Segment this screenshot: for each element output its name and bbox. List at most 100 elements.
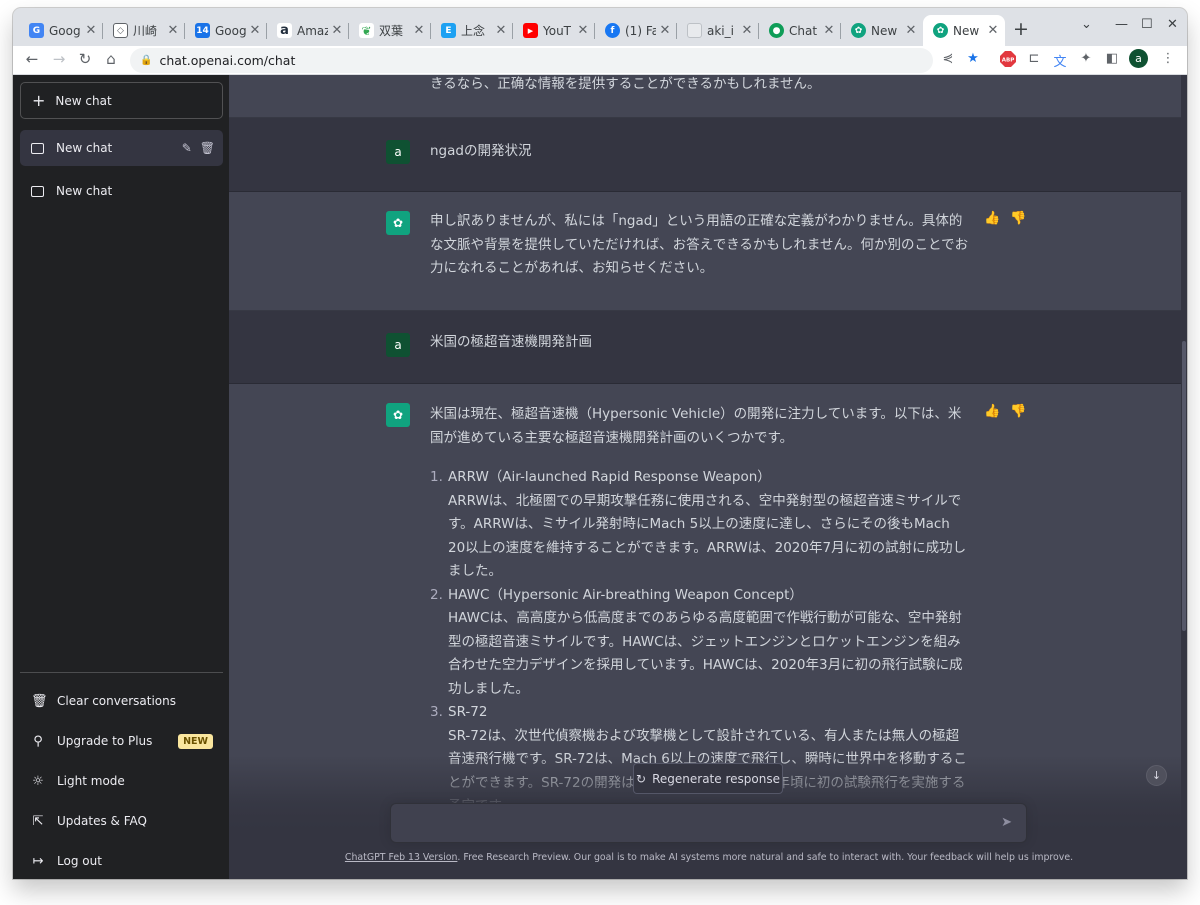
new-tab-icon[interactable]: + bbox=[1013, 18, 1029, 40]
profile-avatar[interactable]: a bbox=[1129, 49, 1148, 68]
close-tab-icon[interactable]: ✕ bbox=[167, 23, 179, 38]
sun-icon: ☼ bbox=[32, 773, 44, 789]
address-bar[interactable]: 🔒 chat.openai.com/chat bbox=[130, 48, 933, 73]
conversation-item[interactable]: New chat bbox=[20, 173, 223, 209]
browser-tab[interactable]: G Goog ✕ bbox=[19, 15, 103, 46]
trash-icon[interactable]: 🗑 bbox=[200, 141, 215, 155]
browser-tab[interactable]: ✿ New ✕ bbox=[841, 15, 923, 46]
back-icon[interactable]: ← bbox=[22, 50, 42, 68]
openai-icon: ✿ bbox=[933, 23, 948, 38]
thumbs-down-icon[interactable]: 👎 bbox=[1010, 404, 1036, 419]
browser-tab[interactable]: aki_i ✕ bbox=[677, 15, 759, 46]
close-tab-icon[interactable]: ✕ bbox=[577, 23, 589, 38]
openai-logo-icon: ✿ bbox=[386, 211, 410, 235]
regenerate-response-button[interactable]: ↻ Regenerate response bbox=[633, 763, 783, 794]
tab-strip: G Goog ✕ ◇ 川崎 ✕ 14 Goog ✕ a Amaz ✕ ❦ 双葉 … bbox=[13, 8, 1187, 46]
close-tab-icon[interactable]: ✕ bbox=[249, 23, 261, 38]
thumbs-down-icon[interactable]: 👎 bbox=[1010, 211, 1036, 226]
browser-toolbar: ← → ↻ ⌂ 🔒 chat.openai.com/chat ⋞ ★ ABP ⊏… bbox=[13, 46, 1187, 75]
send-icon[interactable]: ➤ bbox=[1001, 815, 1012, 830]
home-icon[interactable]: ⌂ bbox=[101, 50, 121, 68]
close-tab-icon[interactable]: ✕ bbox=[659, 23, 671, 38]
new-chat-button[interactable]: + New chat bbox=[20, 82, 223, 119]
openai-logo-icon: ✿ bbox=[386, 403, 410, 427]
openai-icon: ✿ bbox=[851, 23, 866, 38]
new-badge: NEW bbox=[178, 733, 213, 749]
plus-icon: + bbox=[32, 90, 46, 110]
upgrade-to-plus-button[interactable]: ⚲ Upgrade to Plus NEW bbox=[20, 723, 223, 759]
list-item: 2. HAWC（Hypersonic Air-breathing Weapon … bbox=[430, 586, 963, 697]
image-icon bbox=[687, 23, 702, 38]
user-message: a ngadの開発状況 bbox=[229, 118, 1181, 192]
lock-icon: 🔒 bbox=[140, 55, 153, 66]
edit-pencil-icon[interactable]: ✎ bbox=[182, 141, 192, 155]
close-window-icon[interactable]: ✕ bbox=[1167, 17, 1178, 32]
chat-green-icon: ● bbox=[769, 23, 784, 38]
user-avatar: a bbox=[386, 333, 410, 357]
browser-tab[interactable]: a Amaz ✕ bbox=[267, 15, 349, 46]
message-input[interactable]: ➤ bbox=[390, 803, 1027, 843]
close-tab-icon[interactable]: ✕ bbox=[905, 23, 917, 38]
footer-note: ChatGPT Feb 13 Version. Free Research Pr… bbox=[344, 852, 1074, 863]
side-panel-icon[interactable]: ◧ bbox=[1103, 51, 1121, 66]
maximize-icon[interactable]: ☐ bbox=[1141, 17, 1153, 32]
amazon-icon: a bbox=[277, 23, 292, 38]
menu-kebab-icon[interactable]: ⋮ bbox=[1159, 51, 1177, 66]
browser-tab[interactable]: E 上念 ✕ bbox=[431, 15, 513, 46]
browser-tab[interactable]: ❦ 双葉 ✕ bbox=[349, 15, 431, 46]
updates-faq-link[interactable]: ⇱ Updates & FAQ bbox=[20, 803, 223, 839]
google-calendar-icon: G bbox=[29, 23, 44, 38]
forward-icon[interactable]: → bbox=[49, 50, 69, 68]
reload-icon[interactable]: ↻ bbox=[75, 50, 95, 68]
conversation-item[interactable]: New chat ✎ 🗑 bbox=[20, 130, 223, 166]
chatgpt-app: + New chat New chat ✎ 🗑 New chat 🗑 Clear… bbox=[13, 75, 1187, 879]
light-mode-button[interactable]: ☼ Light mode bbox=[20, 763, 223, 799]
thumbs-up-icon[interactable]: 👍 bbox=[984, 404, 1010, 419]
close-tab-icon[interactable]: ✕ bbox=[85, 23, 97, 38]
close-tab-icon[interactable]: ✕ bbox=[331, 23, 343, 38]
browser-tab[interactable]: ◇ 川崎 ✕ bbox=[103, 15, 185, 46]
share-icon[interactable]: ⋞ bbox=[939, 51, 957, 66]
tab-search-icon[interactable]: ⌄ bbox=[1081, 17, 1092, 32]
youtube-icon: ▶ bbox=[523, 23, 538, 38]
browser-tab[interactable]: f (1) Fa ✕ bbox=[595, 15, 677, 46]
blog-icon: E bbox=[441, 23, 456, 38]
facebook-icon: f bbox=[605, 23, 620, 38]
close-tab-icon[interactable]: ✕ bbox=[495, 23, 507, 38]
adblock-icon[interactable]: ABP bbox=[999, 51, 1017, 71]
browser-window: G Goog ✕ ◇ 川崎 ✕ 14 Goog ✕ a Amaz ✕ ❦ 双葉 … bbox=[13, 8, 1187, 879]
translate-icon[interactable]: 文 bbox=[1051, 51, 1069, 70]
bookmark-star-icon[interactable]: ★ bbox=[964, 51, 982, 66]
feedback-buttons: 👍👎 bbox=[984, 211, 1036, 226]
extensions-icon[interactable]: ✦ bbox=[1077, 51, 1095, 66]
close-tab-icon[interactable]: ✕ bbox=[413, 23, 425, 38]
chat-bubble-icon bbox=[31, 142, 44, 154]
minimize-icon[interactable]: — bbox=[1115, 17, 1128, 32]
browser-tab-active[interactable]: ✿ New ✕ bbox=[923, 15, 1005, 46]
close-tab-icon[interactable]: ✕ bbox=[823, 23, 835, 38]
scroll-down-icon[interactable]: ↓ bbox=[1146, 765, 1167, 786]
version-link[interactable]: ChatGPT Feb 13 Version bbox=[345, 852, 458, 863]
external-link-icon: ⇱ bbox=[32, 813, 44, 829]
chat-bubble-icon bbox=[31, 185, 44, 197]
user-message: a 米国の極超音速機開発計画 bbox=[229, 311, 1181, 384]
sprout-icon: ❦ bbox=[359, 23, 374, 38]
cast-icon[interactable]: ⊏ bbox=[1025, 51, 1043, 66]
browser-tab[interactable]: ▶ YouT ✕ bbox=[513, 15, 595, 46]
assistant-message: ✿ 申し訳ありませんが、私には「ngad」という用語の正確な定義がわかりません。… bbox=[229, 192, 1181, 311]
scrollbar-thumb[interactable] bbox=[1182, 341, 1186, 631]
clear-conversations-button[interactable]: 🗑 Clear conversations bbox=[20, 683, 223, 719]
google-calendar-14-icon: 14 bbox=[195, 23, 210, 38]
logout-icon: ↦ bbox=[32, 853, 44, 869]
sidebar: + New chat New chat ✎ 🗑 New chat 🗑 Clear… bbox=[13, 75, 229, 879]
refresh-icon: ↻ bbox=[636, 771, 647, 786]
feedback-buttons: 👍👎 bbox=[984, 404, 1036, 419]
thumbs-up-icon[interactable]: 👍 bbox=[984, 211, 1010, 226]
close-tab-icon[interactable]: ✕ bbox=[987, 23, 999, 38]
user-avatar: a bbox=[386, 140, 410, 164]
browser-tab[interactable]: 14 Goog ✕ bbox=[185, 15, 267, 46]
log-out-button[interactable]: ↦ Log out bbox=[20, 843, 223, 879]
close-tab-icon[interactable]: ✕ bbox=[741, 23, 753, 38]
browser-tab[interactable]: ● Chat ✕ bbox=[759, 15, 841, 46]
chat-main: きるなら、正确な情報を提供することができるかもしれません。 a ngadの開発状… bbox=[229, 75, 1187, 879]
